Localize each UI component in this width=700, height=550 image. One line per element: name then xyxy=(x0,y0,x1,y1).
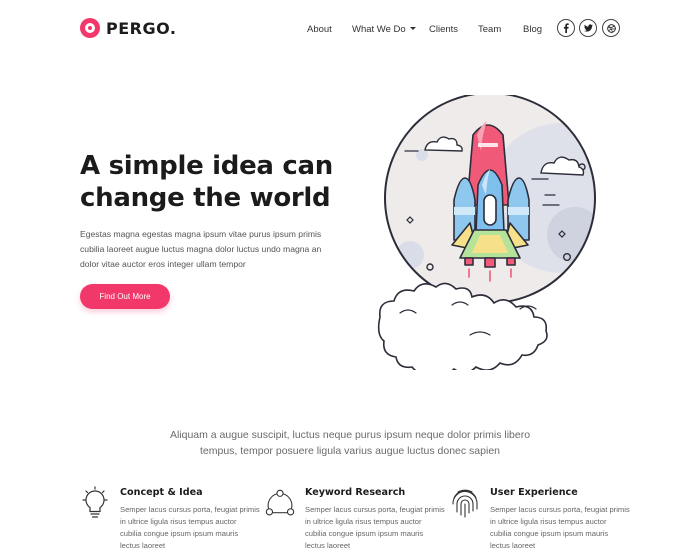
feature-description: Semper lacus cursus porta, feugiat primi… xyxy=(120,505,260,550)
feature-description: Semper lacus cursus porta, feugiat primi… xyxy=(490,505,630,550)
hero-title-line-1: A simple idea can xyxy=(80,151,333,181)
feature-keyword-research: Keyword Research Semper lacus cursus por… xyxy=(265,484,445,550)
tagline-line-1: Aliquam a augue suscipit, luctus neque p… xyxy=(169,429,531,441)
fingerprint-icon xyxy=(452,489,478,518)
hero-title-line-2: change the world xyxy=(80,183,331,213)
feature-description: Semper lacus cursus porta, feugiat primi… xyxy=(305,505,445,550)
feature-title: User Experience xyxy=(490,487,578,498)
twitter-icon[interactable] xyxy=(579,19,597,37)
facebook-icon[interactable] xyxy=(557,19,575,37)
nav-item-clients[interactable]: Clients xyxy=(429,24,458,35)
hero-description: Egestas magna egestas magna ipsum vitae … xyxy=(80,229,322,269)
tagline-line-2: tempus, tempor posuere ligula varius aug… xyxy=(199,445,500,457)
feature-title: Concept & Idea xyxy=(120,487,203,498)
lightbulb-icon xyxy=(82,486,108,518)
network-icon xyxy=(265,489,295,516)
site-header: PERGO. About What We Do Clients Team Blo… xyxy=(0,0,700,58)
dribbble-icon[interactable] xyxy=(602,19,620,37)
nav-item-team[interactable]: Team xyxy=(478,24,501,35)
chevron-down-icon xyxy=(409,26,416,30)
rocket-illustration xyxy=(377,95,596,370)
feature-user-experience: User Experience Semper lacus cursus port… xyxy=(450,484,630,550)
intro-tagline: Aliquam a augue suscipit, luctus neque p… xyxy=(150,427,550,459)
nav-item-about[interactable]: About xyxy=(307,24,332,35)
nav-item-blog[interactable]: Blog xyxy=(523,24,542,35)
find-out-more-button[interactable]: Find Out More xyxy=(80,284,170,309)
nav-item-what-we-do[interactable]: What We Do xyxy=(352,24,416,35)
feature-concept-idea: Concept & Idea Semper lacus cursus porta… xyxy=(80,484,260,550)
nav-item-what-we-do-label: What We Do xyxy=(352,24,406,35)
feature-title: Keyword Research xyxy=(305,487,406,498)
hero-title: A simple idea can change the world xyxy=(80,150,370,214)
